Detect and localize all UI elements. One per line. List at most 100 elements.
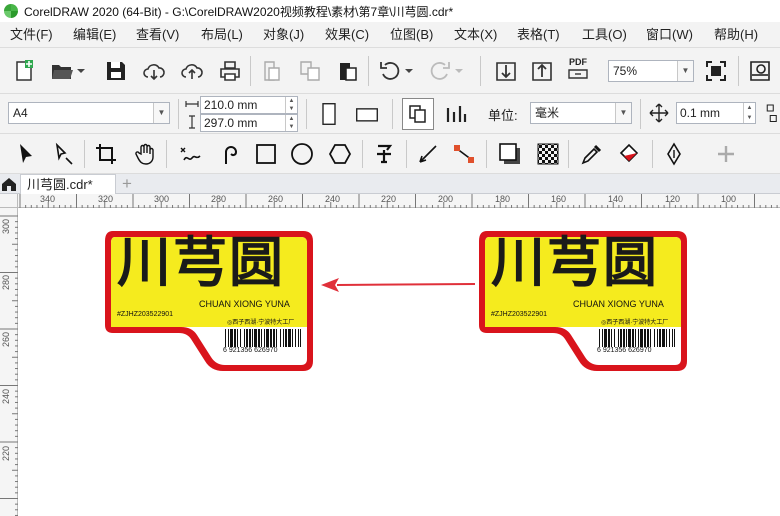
product-label-right[interactable]: 川芎圆 CHUAN XIONG YUNA #ZJHZ203522901 ◎西子西… xyxy=(477,229,689,373)
text-tool-icon[interactable] xyxy=(370,140,398,168)
portrait-icon[interactable] xyxy=(314,98,344,130)
page-size-combo[interactable]: A4 ▼ xyxy=(8,102,170,124)
pan-tool-icon[interactable] xyxy=(132,140,160,168)
parallel-dimension-tool-icon[interactable] xyxy=(414,140,442,168)
ellipse-tool-icon[interactable] xyxy=(288,140,316,168)
ruler-label: 220 xyxy=(381,194,397,204)
width-spinner-icon[interactable]: ▲ ▼ xyxy=(285,97,297,113)
undo-icon[interactable] xyxy=(376,57,404,85)
product-label-left[interactable]: 川芎圆 CHUAN XIONG YUNA #ZJHZ203522901 ◎西子西… xyxy=(103,229,315,373)
label-subtitle: CHUAN XIONG YUNA xyxy=(199,299,290,309)
ruler-label: 180 xyxy=(495,194,511,204)
units-combo[interactable]: 毫米 ▼ xyxy=(530,102,632,124)
drop-shadow-tool-icon[interactable] xyxy=(496,140,524,168)
menu-edit[interactable]: 编辑(E) xyxy=(73,22,116,48)
add-tool-icon[interactable] xyxy=(712,140,740,168)
connector-tool-icon[interactable] xyxy=(450,140,478,168)
ruler-label: 340 xyxy=(40,194,56,204)
standard-toolbar: PDF 75% ▼ xyxy=(0,48,780,94)
document-tab-bar: 川芎圆.cdr* + xyxy=(0,174,780,194)
ruler-label: 100 xyxy=(721,194,737,204)
rectangle-tool-icon[interactable] xyxy=(252,140,280,168)
barcode-number: 6 921356 626970 xyxy=(597,347,652,354)
menu-object[interactable]: 对象(J) xyxy=(263,22,304,48)
page-size-value: A4 xyxy=(13,106,28,120)
publish-pdf-icon[interactable]: PDF xyxy=(564,55,592,83)
all-pages-icon[interactable] xyxy=(402,98,434,130)
ruler-label: 200 xyxy=(438,194,454,204)
export-icon[interactable] xyxy=(528,57,556,85)
barcode-icon xyxy=(597,329,677,347)
menu-help[interactable]: 帮助(H) xyxy=(714,22,758,48)
ruler-label: 280 xyxy=(1,274,11,290)
transparency-tool-icon[interactable] xyxy=(534,140,562,168)
ruler-label: 240 xyxy=(325,194,341,204)
open-folder-icon[interactable] xyxy=(48,57,76,85)
height-spinner-icon[interactable]: ▲ ▼ xyxy=(285,115,297,131)
redo-dropdown-icon[interactable] xyxy=(452,57,466,85)
toolbar-separator xyxy=(362,140,363,168)
menu-bitmaps[interactable]: 位图(B) xyxy=(390,22,433,48)
vertical-ruler[interactable]: 300 280 260 240 220 xyxy=(0,208,18,516)
copy-icon[interactable] xyxy=(296,57,324,85)
menu-table[interactable]: 表格(T) xyxy=(517,22,560,48)
nudge-distance-field[interactable]: 0.1 mm ▲ ▼ xyxy=(676,102,756,124)
window-title: CorelDRAW 2020 (64-Bit) - G:\CorelDRAW20… xyxy=(24,4,454,19)
duplicate-distance-icon[interactable] xyxy=(762,98,780,130)
ruler-label: 300 xyxy=(154,194,170,204)
page-width-field[interactable]: 210.0 mm ▲ ▼ xyxy=(200,96,298,114)
label-maker: ◎西子西湖·宁波特大工厂 xyxy=(601,320,669,326)
page-height-field[interactable]: 297.0 mm ▲ ▼ xyxy=(200,114,298,132)
menu-file[interactable]: 文件(F) xyxy=(10,22,53,48)
undo-dropdown-icon[interactable] xyxy=(402,57,416,85)
eyedropper-tool-icon[interactable] xyxy=(578,140,606,168)
menu-layout[interactable]: 布局(L) xyxy=(201,22,243,48)
add-tab-button[interactable]: + xyxy=(118,175,136,193)
menu-effects[interactable]: 效果(C) xyxy=(325,22,369,48)
save-icon[interactable] xyxy=(102,57,130,85)
ruler-corner[interactable] xyxy=(0,194,18,208)
label-code: #ZJHZ203522901 xyxy=(117,311,174,318)
current-page-icon[interactable] xyxy=(440,98,472,130)
zoom-level-combo[interactable]: 75% ▼ xyxy=(608,60,694,82)
horizontal-ruler[interactable]: 340 320 300 280 260 240 220 200 180 160 … xyxy=(18,194,780,208)
menu-text[interactable]: 文本(X) xyxy=(454,22,497,48)
shape-tool-icon[interactable] xyxy=(50,140,78,168)
menu-window[interactable]: 窗口(W) xyxy=(646,22,693,48)
crop-tool-icon[interactable] xyxy=(92,140,120,168)
redo-icon[interactable] xyxy=(426,57,454,85)
drawing-canvas[interactable]: 川芎圆 CHUAN XIONG YUNA #ZJHZ203522901 ◎西子西… xyxy=(19,209,780,516)
ruler-label: 140 xyxy=(608,194,624,204)
ruler-label: 260 xyxy=(268,194,284,204)
ruler-label: 160 xyxy=(551,194,567,204)
import-icon[interactable] xyxy=(492,57,520,85)
menu-view[interactable]: 查看(V) xyxy=(136,22,179,48)
open-dropdown-icon[interactable] xyxy=(74,57,88,85)
polygon-tool-icon[interactable] xyxy=(326,140,354,168)
cloud-upload-icon[interactable] xyxy=(178,57,206,85)
menu-tools[interactable]: 工具(O) xyxy=(582,22,627,48)
title-bar: CorelDRAW 2020 (64-Bit) - G:\CorelDRAW20… xyxy=(0,0,780,22)
full-screen-icon[interactable] xyxy=(702,57,730,85)
document-tab[interactable]: 川芎圆.cdr* xyxy=(20,174,116,194)
new-document-icon[interactable] xyxy=(10,57,38,85)
chevron-down-icon[interactable]: ▼ xyxy=(615,103,631,123)
toolbar-separator xyxy=(250,56,251,86)
cut-icon[interactable] xyxy=(258,57,286,85)
freehand-tool-icon[interactable] xyxy=(176,140,204,168)
options-icon[interactable] xyxy=(746,57,774,85)
artistic-media-tool-icon[interactable] xyxy=(216,140,244,168)
print-icon[interactable] xyxy=(216,57,244,85)
cloud-download-icon[interactable] xyxy=(140,57,168,85)
chevron-down-icon[interactable]: ▼ xyxy=(153,103,169,123)
paste-icon[interactable] xyxy=(334,57,362,85)
chevron-down-icon[interactable]: ▼ xyxy=(677,61,693,81)
pick-tool-icon[interactable] xyxy=(12,140,40,168)
home-icon[interactable] xyxy=(0,174,18,194)
nudge-spinner-icon[interactable]: ▲ ▼ xyxy=(743,103,755,123)
height-icon xyxy=(184,114,200,130)
landscape-icon[interactable] xyxy=(350,98,384,130)
interactive-fill-tool-icon[interactable] xyxy=(616,140,644,168)
toolbar-separator xyxy=(568,140,569,168)
outline-pen-tool-icon[interactable] xyxy=(660,140,688,168)
